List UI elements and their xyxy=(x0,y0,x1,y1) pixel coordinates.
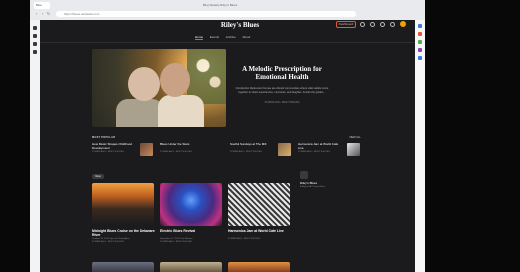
reload-icon[interactable]: ↻ xyxy=(46,11,51,16)
popular-item-thumbnail[interactable] xyxy=(140,143,153,156)
desktop-left xyxy=(0,0,30,272)
menu-icon[interactable] xyxy=(390,22,395,27)
popular-item-meta: 23 MINS AGO • RILEY'S BLUES xyxy=(92,151,124,153)
hero-image[interactable] xyxy=(92,49,226,127)
card-title[interactable]: Harmonica Jam at World Cafe Live xyxy=(228,229,294,237)
rail-icon-blue-2[interactable] xyxy=(418,56,422,60)
site-title[interactable]: Riley's Blues xyxy=(200,21,280,29)
popular-item-title[interactable]: Soulful Sundays at The Mill xyxy=(230,142,274,151)
address-bar[interactable]: https://blues.substack.com xyxy=(56,11,356,17)
rail-icon-green[interactable] xyxy=(418,40,422,44)
nav-about[interactable]: About xyxy=(242,35,250,39)
browser-right-rail xyxy=(415,20,425,272)
sidebar-icon-1[interactable] xyxy=(33,26,37,30)
window-title: Blog Weekly Riley's Blues xyxy=(202,3,238,7)
rail-icon-purple[interactable] xyxy=(418,48,422,52)
sidebar-subtitle: A Blog of All Things Blues xyxy=(300,186,325,188)
hero-description: Introduction Retirement homes are vibran… xyxy=(235,87,329,94)
popular-item-title[interactable]: How Music Shapes Childhood Development xyxy=(92,142,136,151)
browser-tab[interactable]: Blue xyxy=(34,2,50,9)
notifications-icon[interactable] xyxy=(380,22,385,27)
popular-item-meta: 23 MINS AGO • RILEY'S BLUES xyxy=(298,151,330,153)
popular-item-meta: 23 MINS AGO • RILEY'S BLUES xyxy=(160,151,192,153)
nav-events[interactable]: Events xyxy=(210,35,219,39)
rail-icon-red[interactable] xyxy=(418,32,422,36)
card-image[interactable] xyxy=(92,183,154,226)
card-image[interactable] xyxy=(92,262,154,272)
nav-archive[interactable]: Archive xyxy=(226,35,236,39)
popular-item-meta: 23 MINS AGO • RILEY'S BLUES xyxy=(230,151,262,153)
browser-sidebar xyxy=(30,20,40,272)
sidebar-icon-2[interactable] xyxy=(33,34,37,38)
card-meta-secondary: 23 MINS AGO • RILEY'S BLUES xyxy=(92,241,124,243)
view-all-link[interactable]: VIEW ALL xyxy=(349,136,361,140)
sidebar-title[interactable]: Riley's Blues xyxy=(300,181,340,185)
sidebar-icon-3[interactable] xyxy=(33,42,37,46)
search-icon[interactable] xyxy=(360,22,365,27)
new-pill[interactable]: New xyxy=(92,174,104,179)
forward-icon[interactable]: › xyxy=(40,11,45,16)
site-nav: Home Events Archive About xyxy=(195,35,285,40)
nav-divider xyxy=(40,42,415,43)
most-popular-label: MOST POPULAR xyxy=(92,136,116,139)
sidebar-logo xyxy=(300,171,308,179)
hero-title[interactable]: A Melodic Prescription for Emotional Hea… xyxy=(234,65,330,85)
hero-meta: 23 MINS AGO • RILEY'S BLUES xyxy=(264,101,300,104)
popular-item-title[interactable]: Blues Under the Stars xyxy=(160,142,204,151)
chat-icon[interactable] xyxy=(370,22,375,27)
card-title[interactable]: Midnight Blues Cruise on the Delaware Ri… xyxy=(92,229,158,237)
dashboard-button[interactable]: Dashboard xyxy=(336,21,356,28)
card-title[interactable]: Electric Blues Revival xyxy=(160,229,226,237)
sidebar-icon-4[interactable] xyxy=(33,50,37,54)
rail-icon-blue[interactable] xyxy=(418,24,422,28)
avatar[interactable] xyxy=(400,21,406,27)
popular-item-thumbnail[interactable] xyxy=(278,143,291,156)
card-meta: 23 MINS AGO • RILEY'S BLUES xyxy=(228,238,260,240)
card-meta-secondary: 23 MINS AGO • RILEY'S BLUES xyxy=(160,241,192,243)
back-icon[interactable]: ‹ xyxy=(34,11,39,16)
card-image[interactable] xyxy=(228,262,290,272)
popular-item-thumbnail[interactable] xyxy=(347,143,360,156)
card-image[interactable] xyxy=(160,183,222,226)
desktop-right xyxy=(425,0,520,272)
card-image[interactable] xyxy=(160,262,222,272)
popular-item-title[interactable]: Harmonica Jam at World Cafe Live xyxy=(298,142,342,151)
card-image[interactable] xyxy=(228,183,290,226)
nav-home[interactable]: Home xyxy=(195,35,204,40)
